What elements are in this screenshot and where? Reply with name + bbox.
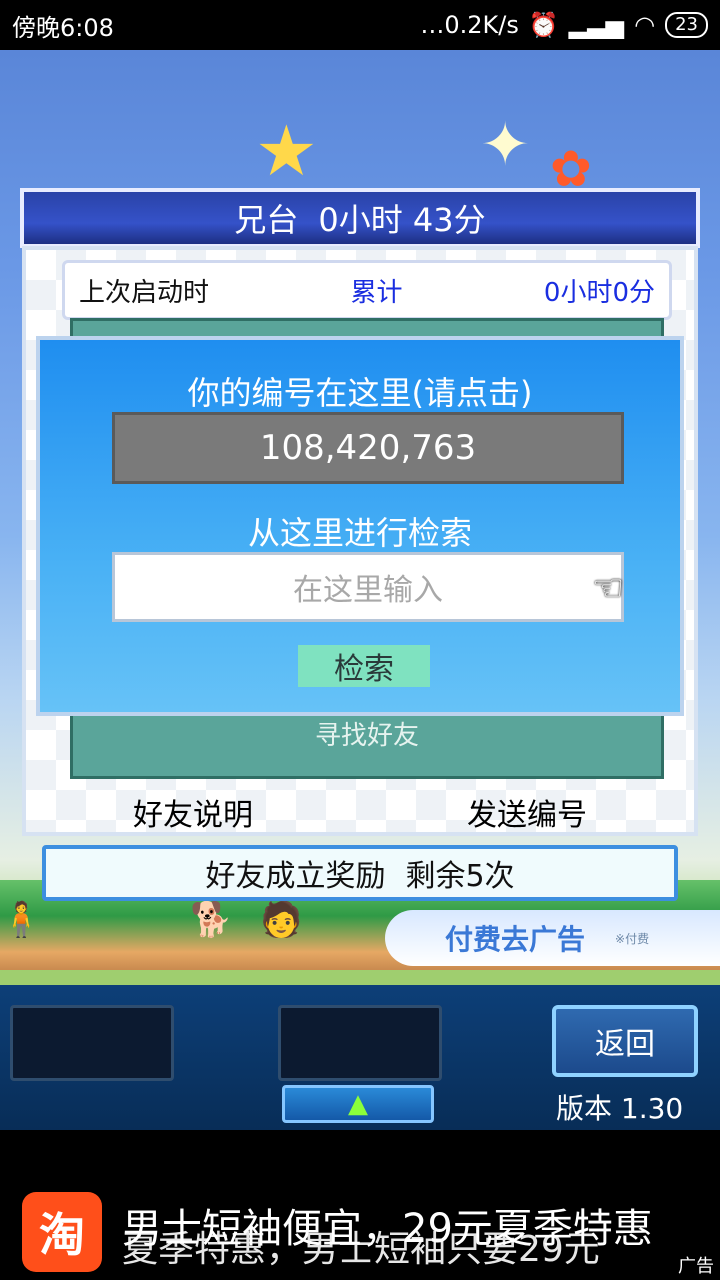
- taobao-logo-icon: 淘: [22, 1192, 102, 1272]
- status-bar: 傍晚6:08 …0.2K/s ⏰ ▂▃▅ ◠ 23: [0, 0, 720, 50]
- panel-header: 上次启动时 累计 0小时0分: [62, 260, 672, 320]
- dog-sprite: 🐕: [190, 900, 233, 940]
- reward-label: 好友成立奖励: [205, 859, 386, 894]
- dialog-title: 你的编号在这里(请点击): [187, 374, 533, 412]
- send-id-button[interactable]: 发送编号: [467, 790, 587, 834]
- ad-label: 广告: [678, 1256, 714, 1277]
- find-friend-button[interactable]: 寻找好友: [73, 715, 661, 752]
- player-name: 兄台: [234, 201, 299, 239]
- empty-slot[interactable]: [278, 1005, 442, 1081]
- character-sprite: 🧍: [0, 900, 43, 940]
- status-time: 傍晚6:08: [12, 13, 114, 42]
- player-id-box[interactable]: 108,420,763: [112, 412, 624, 484]
- character-sprite: 🧑: [260, 900, 303, 940]
- star-icon: ★: [255, 110, 318, 192]
- back-button[interactable]: 返回: [552, 1005, 698, 1077]
- total-label: 累计: [350, 277, 403, 308]
- remove-ads-note: ※付费: [615, 931, 650, 946]
- battery-indicator: 23: [665, 12, 708, 38]
- friend-help-button[interactable]: 好友说明: [133, 790, 253, 834]
- signal-icon: ▂▃▅: [568, 11, 625, 39]
- pointing-hand-icon: ☜: [592, 568, 625, 609]
- reward-remaining: 剩余5次: [405, 859, 515, 894]
- search-title: 从这里进行检索: [247, 514, 472, 552]
- network-speed: …0.2K/s: [420, 11, 519, 39]
- remove-ads-button[interactable]: 付费去广告 ※付费: [385, 910, 720, 966]
- game-screen: ★ ✦ ✿ 🧍 🐕 🧑 兄台 0小时 43分 上次启动时 累计 0小时0分 寻找…: [0, 50, 720, 1130]
- search-input[interactable]: 在这里输入: [112, 552, 624, 622]
- expand-button[interactable]: ▲: [282, 1085, 434, 1123]
- ad-subline: 夏季特惠，男士短袖只要29元: [122, 1229, 600, 1270]
- wifi-icon: ◠: [634, 11, 656, 39]
- last-launch-label: 上次启动时: [79, 277, 210, 308]
- ad-banner[interactable]: 淘 男士短袖便宜，29元夏季特惠 夏季特惠，男士短袖只要29元 广告: [0, 1130, 720, 1280]
- friend-reward-bar: 好友成立奖励 剩余5次: [42, 845, 678, 901]
- search-button[interactable]: 检索: [298, 645, 430, 687]
- empty-slot[interactable]: [10, 1005, 174, 1081]
- status-icons: …0.2K/s ⏰ ▂▃▅ ◠ 23: [420, 11, 708, 39]
- panel-actions: 好友说明 发送编号: [26, 790, 694, 834]
- up-arrow-icon: ▲: [348, 1089, 368, 1119]
- alarm-icon: ⏰: [528, 11, 559, 39]
- remove-ads-label: 付费去广告: [445, 923, 586, 956]
- friend-id-dialog: 你的编号在这里(请点击) 108,420,763 从这里进行检索 在这里输入 ☜…: [36, 336, 684, 716]
- title-banner: 兄台 0小时 43分: [20, 188, 700, 248]
- play-time: 0小时 43分: [318, 201, 486, 239]
- total-value: 0小时0分: [543, 277, 655, 308]
- version-label: 版本 1.30: [556, 1092, 684, 1125]
- sparkle-icon: ✦: [480, 110, 531, 180]
- bottom-control-bar: 返回 ▲ 版本 1.30: [0, 985, 720, 1130]
